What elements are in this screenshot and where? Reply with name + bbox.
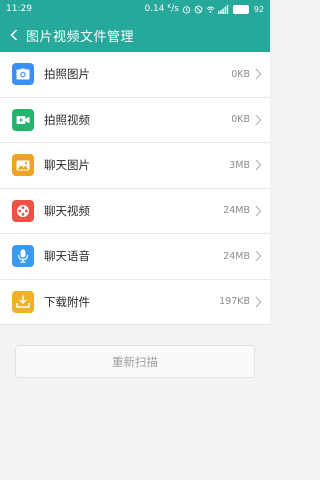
list-item-downloads[interactable]: 下载附件 197KB xyxy=(0,279,270,325)
wifi-icon xyxy=(206,6,215,13)
page-title: 图片视频文件管理 xyxy=(26,29,135,45)
list-item-label: 拍照视频 xyxy=(44,112,90,127)
list-item-label: 拍照图片 xyxy=(44,67,90,82)
status-bar: 11:29 0.14 ᴷ/s 92 xyxy=(0,0,270,18)
download-icon xyxy=(12,290,34,313)
list-item-chat-images[interactable]: 聊天图片 3MB xyxy=(0,143,270,189)
list-item-chat-videos[interactable]: 聊天视频 24MB xyxy=(0,188,270,234)
play-circle-icon xyxy=(12,199,34,222)
dnd-icon xyxy=(194,5,203,13)
back-button[interactable] xyxy=(6,25,22,45)
chevron-left-icon xyxy=(10,29,18,41)
screen: 11:29 0.14 ᴷ/s 92 图片视频文件管理 拍照图片 0KB 拍照视频… xyxy=(0,0,270,480)
list-item-size: 3MB xyxy=(229,159,250,171)
battery-label: 92 xyxy=(253,4,264,14)
list-item-size: 197KB xyxy=(219,296,250,308)
list-item-size: 24MB xyxy=(223,205,250,217)
microphone-icon xyxy=(12,245,34,268)
network-speed: 0.14 ᴷ/s xyxy=(144,4,179,14)
chevron-right-icon xyxy=(255,159,262,171)
category-list: 拍照图片 0KB 拍照视频 0KB 聊天图片 3MB 聊天视频 24MB 聊天语… xyxy=(0,52,270,325)
app-bar: 图片视频文件管理 xyxy=(0,18,270,52)
list-item-chat-voice[interactable]: 聊天语音 24MB xyxy=(0,234,270,280)
chevron-right-icon xyxy=(255,68,262,80)
list-item-label: 聊天语音 xyxy=(44,249,90,264)
status-icons: 0.14 ᴷ/s 92 xyxy=(144,4,264,14)
battery-icon: 92 xyxy=(232,4,249,14)
rescan-button[interactable]: 重新扫描 xyxy=(15,345,255,378)
list-item-camera-videos[interactable]: 拍照视频 0KB xyxy=(0,97,270,143)
video-camera-icon xyxy=(12,108,34,131)
alarm-icon xyxy=(182,5,191,14)
list-item-label: 下载附件 xyxy=(44,294,90,309)
list-item-size: 0KB xyxy=(231,114,250,126)
camera-icon xyxy=(12,63,34,86)
image-icon xyxy=(12,154,34,177)
chevron-right-icon xyxy=(255,250,262,262)
list-item-camera-photos[interactable]: 拍照图片 0KB xyxy=(0,52,270,98)
list-item-size: 0KB xyxy=(231,68,250,80)
list-item-size: 24MB xyxy=(223,250,250,262)
chevron-right-icon xyxy=(255,114,262,126)
list-item-label: 聊天视频 xyxy=(44,203,90,218)
signal-icon xyxy=(217,4,228,14)
list-item-label: 聊天图片 xyxy=(44,158,90,173)
chevron-right-icon xyxy=(255,205,262,217)
chevron-right-icon xyxy=(255,296,262,308)
status-time: 11:29 xyxy=(6,4,32,14)
